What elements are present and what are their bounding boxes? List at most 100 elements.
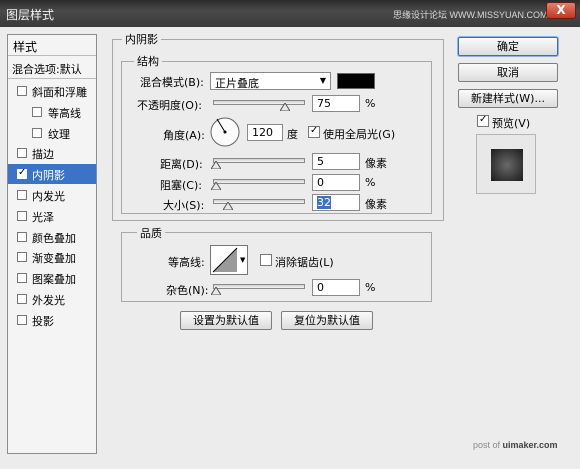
distance-value: 5 bbox=[317, 155, 324, 168]
choke-value: 0 bbox=[317, 176, 324, 189]
distance-label: 距离(D): bbox=[160, 158, 203, 171]
distance-slider-track[interactable] bbox=[213, 158, 305, 163]
size-slider-thumb[interactable] bbox=[222, 202, 233, 210]
style-item-label: 光泽 bbox=[32, 210, 54, 224]
choke-label: 阻塞(C): bbox=[160, 179, 202, 192]
style-item-checkbox[interactable] bbox=[32, 106, 42, 117]
contour-picker[interactable]: ▼ bbox=[210, 245, 248, 275]
style-item-label: 颜色叠加 bbox=[32, 231, 76, 245]
title-bar[interactable]: 图层样式 思缘设计论坛 WWW.MISSYUAN.COM X bbox=[0, 0, 580, 27]
noise-slider-thumb[interactable] bbox=[211, 287, 221, 295]
contour-label: 等高线: bbox=[168, 256, 205, 269]
contour-icon bbox=[212, 247, 238, 273]
style-item-checkbox[interactable] bbox=[17, 190, 27, 200]
style-item-checkbox[interactable] bbox=[17, 167, 27, 180]
angle-label: 角度(A): bbox=[163, 129, 205, 142]
global-light-checkbox[interactable] bbox=[308, 125, 320, 138]
style-item-label: 描边 bbox=[32, 148, 54, 162]
noise-input[interactable]: 0 bbox=[312, 279, 360, 296]
opacity-value: 75 bbox=[317, 97, 331, 110]
style-item-checkbox[interactable] bbox=[17, 86, 27, 96]
antialias-label[interactable]: 消除锯齿(L) bbox=[275, 254, 334, 270]
style-item-label: 斜面和浮雕 bbox=[32, 86, 87, 99]
style-item[interactable]: 内发光 bbox=[8, 185, 96, 205]
noise-slider-track[interactable] bbox=[213, 284, 305, 289]
style-item-label: 内阴影 bbox=[32, 169, 65, 183]
style-item-checkbox[interactable] bbox=[17, 294, 27, 304]
style-item-label: 渐变叠加 bbox=[32, 252, 76, 266]
style-item-label: 图案叠加 bbox=[32, 273, 76, 287]
style-item-checkbox[interactable] bbox=[17, 231, 27, 242]
choke-input[interactable]: 0 bbox=[312, 174, 360, 191]
distance-input[interactable]: 5 bbox=[312, 153, 360, 170]
style-preview bbox=[476, 134, 536, 194]
style-item[interactable]: 纹理 bbox=[8, 123, 96, 143]
size-input[interactable]: 32 bbox=[312, 194, 360, 211]
global-light-label[interactable]: 使用全局光(G) bbox=[323, 126, 395, 142]
style-item-label: 外发光 bbox=[32, 294, 65, 307]
make-default-button[interactable]: 设置为默认值 bbox=[180, 311, 272, 330]
style-item-label: 等高线 bbox=[48, 106, 81, 120]
style-item[interactable]: 等高线 bbox=[8, 102, 96, 122]
opacity-slider-track[interactable] bbox=[213, 100, 305, 105]
new-style-button[interactable]: 新建样式(W)... bbox=[458, 89, 558, 108]
cancel-button[interactable]: 取消 bbox=[458, 63, 558, 82]
style-item[interactable]: 描边 bbox=[8, 143, 96, 163]
inner-shadow-title: 内阴影 bbox=[122, 31, 161, 47]
style-item[interactable]: 斜面和浮雕 bbox=[8, 81, 96, 101]
shadow-color-swatch[interactable] bbox=[337, 73, 375, 89]
preview-label[interactable]: 预览(V) bbox=[492, 115, 530, 131]
choke-slider-thumb[interactable] bbox=[211, 182, 221, 190]
style-item[interactable]: 光泽 bbox=[8, 206, 96, 226]
opacity-label: 不透明度(O): bbox=[137, 99, 202, 112]
opacity-input[interactable]: 75 bbox=[312, 95, 360, 112]
quality-title: 品质 bbox=[137, 225, 165, 241]
size-label: 大小(S): bbox=[163, 199, 205, 212]
blend-mode-value: 正片叠底 bbox=[215, 77, 259, 90]
style-item-checkbox[interactable] bbox=[32, 127, 42, 138]
style-item[interactable]: 颜色叠加 bbox=[8, 227, 96, 247]
size-value: 32 bbox=[317, 196, 331, 209]
chevron-down-icon[interactable]: ▼ bbox=[240, 256, 245, 264]
angle-input[interactable]: 120 bbox=[247, 124, 283, 141]
style-item-checkbox[interactable] bbox=[17, 273, 27, 284]
header-watermark: 思缘设计论坛 WWW.MISSYUAN.COM bbox=[393, 10, 548, 20]
noise-value: 0 bbox=[317, 281, 324, 294]
style-item-checkbox[interactable] bbox=[17, 210, 27, 221]
opacity-unit: % bbox=[365, 97, 376, 110]
size-unit: 像素 bbox=[365, 198, 387, 211]
ok-button[interactable]: 确定 bbox=[458, 37, 558, 56]
style-item-checkbox[interactable] bbox=[17, 252, 27, 263]
blending-options-item[interactable]: 混合选项:默认 bbox=[8, 57, 96, 79]
style-item[interactable]: 渐变叠加 bbox=[8, 247, 96, 267]
style-item[interactable]: 图案叠加 bbox=[8, 268, 96, 288]
antialias-checkbox[interactable] bbox=[260, 254, 272, 266]
preview-checkbox[interactable] bbox=[477, 114, 489, 127]
style-item-checkbox[interactable] bbox=[17, 314, 27, 325]
close-icon: X bbox=[556, 3, 566, 17]
angle-value: 120 bbox=[252, 126, 273, 139]
style-item[interactable]: 外发光 bbox=[8, 289, 96, 309]
style-list-header[interactable]: 样式 bbox=[8, 35, 96, 56]
layer-style-dialog: 图层样式 思缘设计论坛 WWW.MISSYUAN.COM X 样式 混合选项:默… bbox=[0, 0, 580, 469]
blend-mode-label: 混合模式(B): bbox=[140, 76, 204, 89]
distance-unit: 像素 bbox=[365, 157, 387, 170]
footer-watermark: post of uimaker.com bbox=[473, 440, 558, 450]
blend-mode-select[interactable]: 正片叠底 ▼ bbox=[210, 72, 331, 90]
style-item-checkbox[interactable] bbox=[17, 148, 27, 159]
distance-slider-thumb[interactable] bbox=[211, 161, 221, 169]
structure-title: 结构 bbox=[134, 53, 162, 69]
style-item-label: 投影 bbox=[32, 314, 54, 328]
opacity-slider-thumb[interactable] bbox=[280, 103, 290, 111]
footer-watermark-brand: uimaker.com bbox=[502, 440, 558, 450]
noise-unit: % bbox=[365, 281, 376, 294]
choke-slider-track[interactable] bbox=[213, 179, 305, 184]
reset-default-button[interactable]: 复位为默认值 bbox=[281, 311, 373, 330]
angle-dial[interactable] bbox=[209, 116, 241, 148]
close-button[interactable]: X bbox=[546, 2, 576, 19]
choke-unit: % bbox=[365, 176, 376, 189]
preview-swatch bbox=[491, 149, 523, 181]
style-item[interactable]: 内阴影 bbox=[8, 164, 96, 185]
style-item[interactable]: 投影 bbox=[8, 310, 96, 330]
style-list: 样式 混合选项:默认 斜面和浮雕等高线纹理描边内阴影内发光光泽颜色叠加渐变叠加图… bbox=[7, 34, 97, 454]
